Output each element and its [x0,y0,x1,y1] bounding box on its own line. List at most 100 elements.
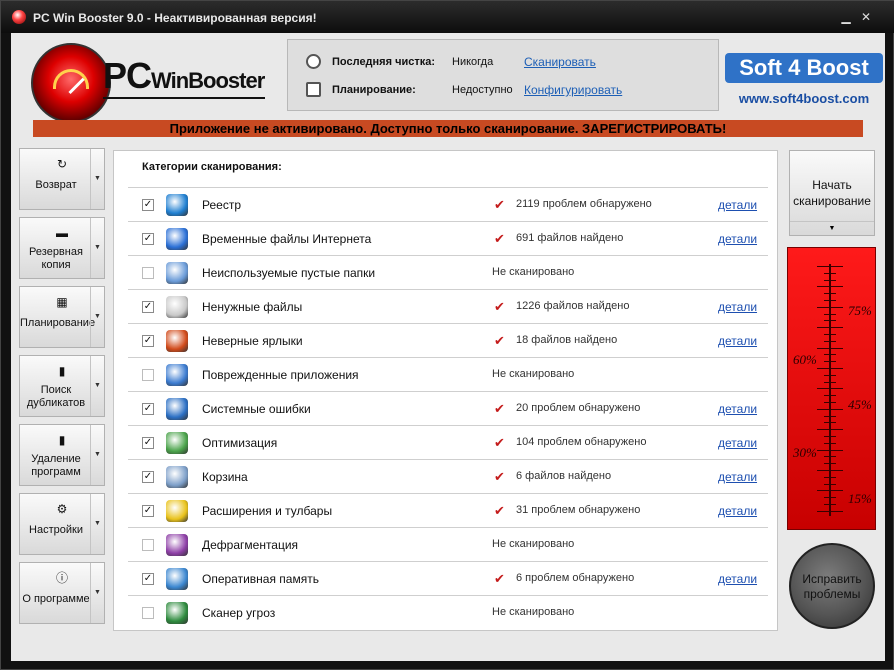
chevron-down-icon[interactable]: ▼ [90,356,104,416]
category-status: Не сканировано [492,606,575,618]
checkmark-icon: ✔ [494,231,505,246]
row-checkbox[interactable]: ✓ [142,335,154,347]
scan-categories-panel: Категории сканирования: ✓ Реестр ✔ 2119 про… [113,150,778,631]
meter-tick [824,354,836,356]
clock-icon [306,54,321,69]
about-icon: ⓘ [55,571,68,585]
details-link[interactable]: детали [718,334,757,348]
details-link[interactable]: детали [718,402,757,416]
chevron-down-icon[interactable]: ▼ [90,218,104,278]
chevron-down-icon[interactable]: ▼ [90,563,104,623]
sidebar-item-about[interactable]: ⓘ О программе ▼ [19,562,105,624]
app-window: PC Win Booster 9.0 - Неактивированная ве… [0,0,894,670]
sidebar-item-restore[interactable]: ↻ Возврат ▼ [19,148,105,210]
duplicates-icon: ▮ [58,364,66,378]
category-name: Реестр [202,198,241,212]
details-link[interactable]: детали [718,470,757,484]
table-row[interactable]: ✓ Ненужные файлы ✔ 1226 файлов найдено детал… [128,289,768,323]
configure-link[interactable]: Конфигурировать [524,80,622,100]
sidebar-item-uninstall[interactable]: ▮ Удаление программ ▼ [19,424,105,486]
table-row[interactable]: ✓ Неверные ярлыки ✔ 18 файлов найдено детали [128,323,768,357]
category-icon [166,568,188,590]
category-icon [166,602,188,624]
category-status: Не сканировано [492,266,575,278]
row-checkbox[interactable]: ✓ [142,505,154,517]
sidebar-item-label: Поиск дубликатов [26,384,86,409]
meter-tick [817,266,843,267]
last-clean-label: Последняя чистка: [332,56,436,68]
close-button[interactable]: ✕ [857,9,875,25]
category-icon [166,364,188,386]
scan-link[interactable]: Сканировать [524,52,596,72]
details-link[interactable]: детали [718,504,757,518]
sidebar-item-label: Резервная копия [29,246,83,271]
table-row[interactable]: Неиспользуемые пустые папки Не сканирован… [128,255,768,289]
table-row[interactable]: ✓ Оперативная память ✔ 6 проблем обнаружено… [128,561,768,595]
table-row[interactable]: Сканер угроз Не сканировано [128,595,768,629]
settings-icon: ⚙ [56,502,68,516]
chevron-down-icon[interactable]: ▼ [90,494,104,554]
category-status: 31 проблем обнаружено [516,504,641,516]
category-status: 2119 проблем обнаружено [516,198,652,210]
category-icon [166,432,188,454]
brand-url[interactable]: www.soft4boost.com [725,91,883,106]
row-checkbox[interactable] [142,267,154,279]
row-checkbox[interactable]: ✓ [142,199,154,211]
row-checkbox[interactable]: ✓ [142,471,154,483]
title-bar[interactable]: PC Win Booster 9.0 - Неактивированная ве… [1,1,894,33]
row-checkbox[interactable]: ✓ [142,437,154,449]
meter-tick [824,476,836,478]
table-row[interactable]: ✓ Временные файлы Интернета ✔ 691 файлов на… [128,221,768,255]
meter-tick [824,361,836,363]
chevron-down-icon[interactable]: ▼ [90,149,104,209]
meter-tick [817,368,843,369]
meter-tick [824,402,836,403]
schedule-label: Планирование: [332,84,416,96]
activation-banner[interactable]: Приложение не активировано. Доступно тол… [33,120,863,137]
row-checkbox[interactable] [142,539,154,551]
table-row[interactable]: Поврежденные приложения Не сканировано [128,357,768,391]
calendar-icon [306,82,321,97]
category-icon [166,330,188,352]
table-row[interactable]: ✓ Расширения и тулбары ✔ 31 проблем обнаруж… [128,493,768,527]
sidebar-item-label: Удаление программ [31,453,81,478]
category-status: 20 проблем обнаружено [516,402,641,414]
chevron-down-icon[interactable]: ▼ [90,425,104,485]
sidebar-item-schedule[interactable]: ▦ Планирование ▼ [19,286,105,348]
meter-tick [824,313,836,315]
meter-label: 15% [848,491,872,506]
details-link[interactable]: детали [718,300,757,314]
uninstall-icon: ▮ [58,433,66,447]
category-status: 1226 файлов найдено [516,300,630,312]
meter-tick [824,442,836,444]
sidebar-item-backup[interactable]: ▬ Резервная копия ▼ [19,217,105,279]
table-row[interactable]: ✓ Реестр ✔ 2119 проблем обнаружено детали [128,187,768,221]
row-checkbox[interactable] [142,369,154,381]
checkmark-icon: ✔ [494,333,505,348]
table-row[interactable]: ✓ Корзина ✔ 6 файлов найдено детали [128,459,768,493]
row-checkbox[interactable]: ✓ [142,573,154,585]
table-row[interactable]: Дефрагментация Не сканировано [128,527,768,561]
table-row[interactable]: ✓ Системные ошибки ✔ 20 проблем обнаружено д… [128,391,768,425]
row-checkbox[interactable]: ✓ [142,301,154,313]
chevron-down-icon[interactable]: ▼ [790,221,874,235]
table-row[interactable]: ✓ Оптимизация ✔ 104 проблем обнаружено детал… [128,425,768,459]
start-scan-button[interactable]: Начать сканирование ▼ [789,150,875,236]
details-link[interactable]: детали [718,232,757,246]
brand-logo[interactable]: Soft 4 Boost [725,53,883,83]
row-checkbox[interactable] [142,607,154,619]
row-checkbox[interactable]: ✓ [142,403,154,415]
minimize-button[interactable]: ▁ [837,9,855,25]
details-link[interactable]: детали [718,198,757,212]
main-area: PCWinBooster Последняя чистка: Никогда С… [11,33,885,661]
meter-tick [824,483,836,485]
row-checkbox[interactable]: ✓ [142,233,154,245]
meter-tick [817,306,843,308]
chevron-down-icon[interactable]: ▼ [90,287,104,347]
fix-problems-button[interactable]: Исправить проблемы [789,543,875,629]
details-link[interactable]: детали [718,572,757,586]
sidebar-item-duplicates[interactable]: ▮ Поиск дубликатов ▼ [19,355,105,417]
sidebar-item-settings[interactable]: ⚙ Настройки ▼ [19,493,105,555]
category-name: Оптимизация [202,436,278,450]
details-link[interactable]: детали [718,436,757,450]
